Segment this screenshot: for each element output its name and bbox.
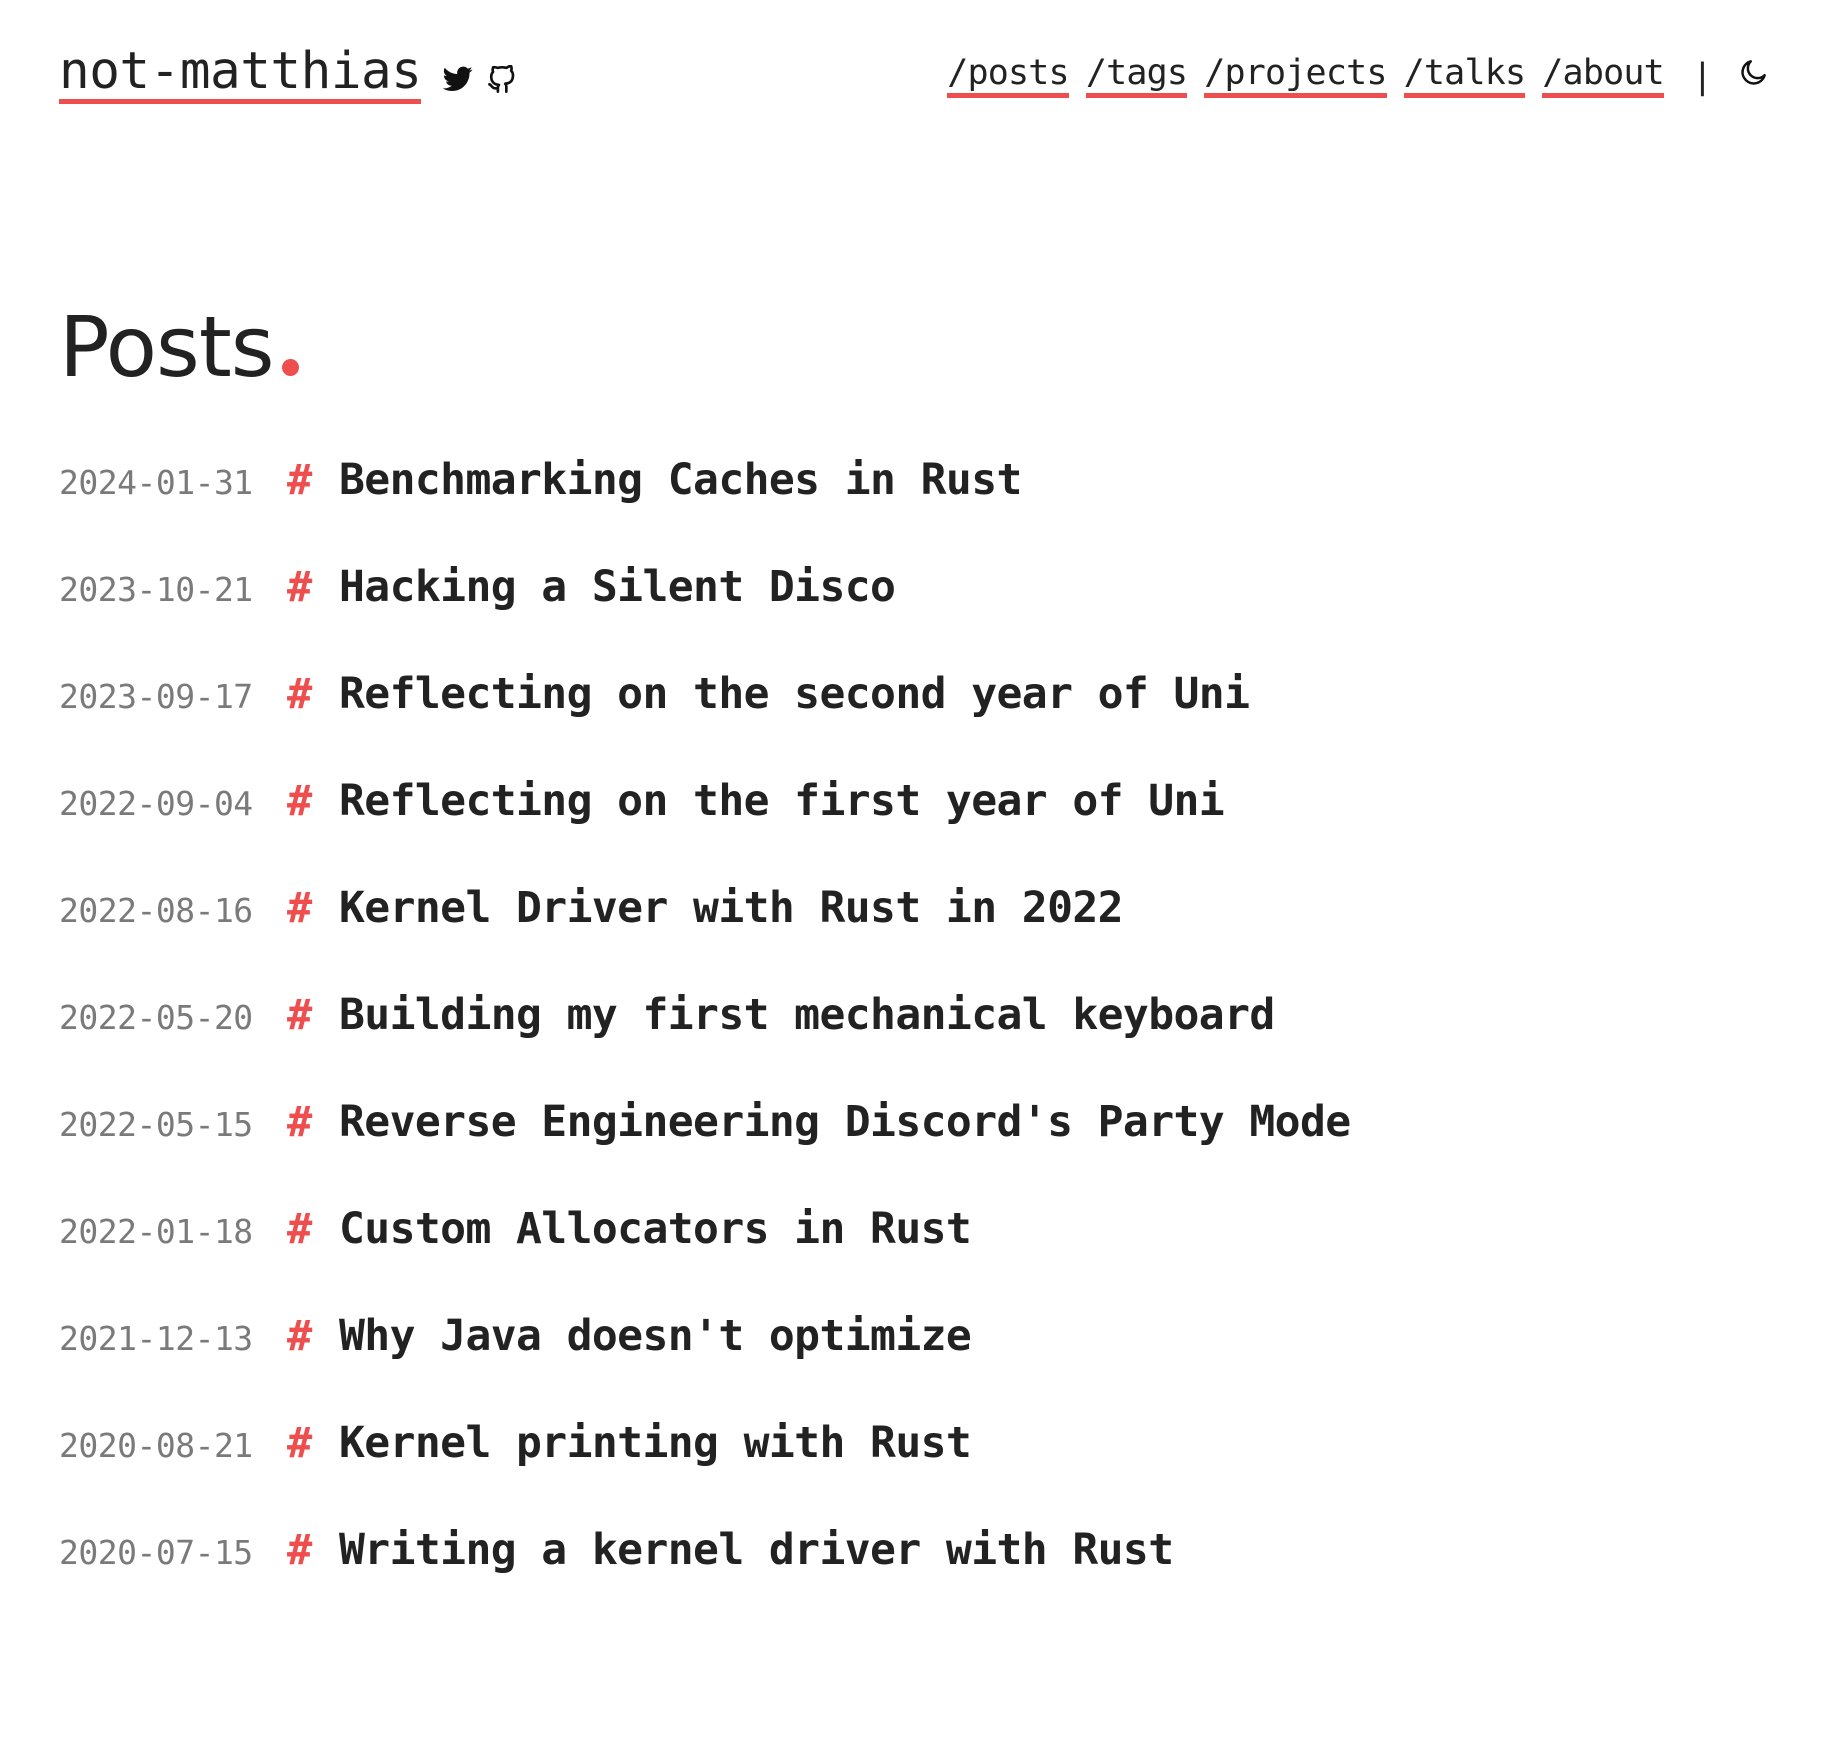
title-accent-dot bbox=[281, 359, 299, 376]
nav-link-posts[interactable]: /posts bbox=[947, 56, 1070, 98]
brand: not-matthias bbox=[59, 46, 516, 104]
post-title-link[interactable]: Hacking a Silent Disco bbox=[339, 562, 896, 612]
social-links bbox=[443, 64, 516, 94]
post-hash: # bbox=[287, 1418, 313, 1467]
post-date: 2023-09-17 bbox=[59, 677, 253, 716]
nav-link-talks[interactable]: /talks bbox=[1403, 56, 1526, 98]
post-hash: # bbox=[287, 455, 313, 504]
site-title-link[interactable]: not-matthias bbox=[59, 46, 422, 104]
twitter-icon[interactable] bbox=[443, 66, 473, 92]
list-item: 2022-09-04 # Reflecting on the first yea… bbox=[59, 776, 1351, 883]
post-hash: # bbox=[287, 1525, 313, 1574]
post-date: 2023-10-21 bbox=[59, 570, 253, 609]
nav-link-about[interactable]: /about bbox=[1542, 56, 1665, 98]
post-date: 2022-09-04 bbox=[59, 784, 253, 823]
post-title-link[interactable]: Reverse Engineering Discord's Party Mode bbox=[339, 1097, 1351, 1147]
list-item: 2021-12-13 # Why Java doesn't optimize bbox=[59, 1311, 1351, 1418]
list-item: 2024-01-31 # Benchmarking Caches in Rust bbox=[59, 455, 1351, 562]
post-title-link[interactable]: Reflecting on the second year of Uni bbox=[339, 669, 1250, 719]
moon-icon[interactable] bbox=[1739, 57, 1769, 87]
post-title-link[interactable]: Why Java doesn't optimize bbox=[339, 1311, 972, 1361]
post-title-link[interactable]: Writing a kernel driver with Rust bbox=[339, 1525, 1174, 1575]
list-item: 2022-05-15 # Reverse Engineering Discord… bbox=[59, 1097, 1351, 1204]
site-header: not-matthias /posts /tags /projects /tal… bbox=[59, 36, 1769, 116]
post-hash: # bbox=[287, 1097, 313, 1146]
list-item: 2023-10-21 # Hacking a Silent Disco bbox=[59, 562, 1351, 669]
post-hash: # bbox=[287, 669, 313, 718]
post-hash: # bbox=[287, 1311, 313, 1360]
post-date: 2021-12-13 bbox=[59, 1319, 253, 1358]
post-date: 2022-05-15 bbox=[59, 1105, 253, 1144]
list-item: 2022-05-20 # Building my first mechanica… bbox=[59, 990, 1351, 1097]
post-title-link[interactable]: Kernel printing with Rust bbox=[339, 1418, 972, 1468]
page-title-text: Posts bbox=[59, 298, 275, 396]
post-date: 2020-08-21 bbox=[59, 1426, 253, 1465]
list-item: 2022-01-18 # Custom Allocators in Rust bbox=[59, 1204, 1351, 1311]
list-item: 2023-09-17 # Reflecting on the second ye… bbox=[59, 669, 1351, 776]
post-list: 2024-01-31 # Benchmarking Caches in Rust… bbox=[59, 455, 1351, 1632]
post-title-link[interactable]: Custom Allocators in Rust bbox=[339, 1204, 972, 1254]
post-hash: # bbox=[287, 883, 313, 932]
post-title-link[interactable]: Building my first mechanical keyboard bbox=[339, 990, 1275, 1040]
post-date: 2020-07-15 bbox=[59, 1533, 253, 1572]
post-hash: # bbox=[287, 990, 313, 1039]
post-date: 2022-01-18 bbox=[59, 1212, 253, 1251]
nav-link-tags[interactable]: /tags bbox=[1085, 56, 1188, 98]
post-date: 2022-08-16 bbox=[59, 891, 253, 930]
post-date: 2024-01-31 bbox=[59, 463, 253, 502]
post-hash: # bbox=[287, 562, 313, 611]
main-nav: /posts /tags /projects /talks /about | bbox=[947, 56, 1769, 98]
post-title-link[interactable]: Kernel Driver with Rust in 2022 bbox=[339, 883, 1124, 933]
list-item: 2020-07-15 # Writing a kernel driver wit… bbox=[59, 1525, 1351, 1632]
post-date: 2022-05-20 bbox=[59, 998, 253, 1037]
post-hash: # bbox=[287, 1204, 313, 1253]
list-item: 2020-08-21 # Kernel printing with Rust bbox=[59, 1418, 1351, 1525]
page-title: Posts bbox=[59, 305, 299, 389]
post-title-link[interactable]: Benchmarking Caches in Rust bbox=[339, 455, 1022, 505]
github-icon[interactable] bbox=[487, 64, 516, 94]
post-hash: # bbox=[287, 776, 313, 825]
post-title-link[interactable]: Reflecting on the first year of Uni bbox=[339, 776, 1225, 826]
list-item: 2022-08-16 # Kernel Driver with Rust in … bbox=[59, 883, 1351, 990]
nav-link-projects[interactable]: /projects bbox=[1204, 56, 1387, 98]
nav-separator: | bbox=[1691, 57, 1713, 97]
